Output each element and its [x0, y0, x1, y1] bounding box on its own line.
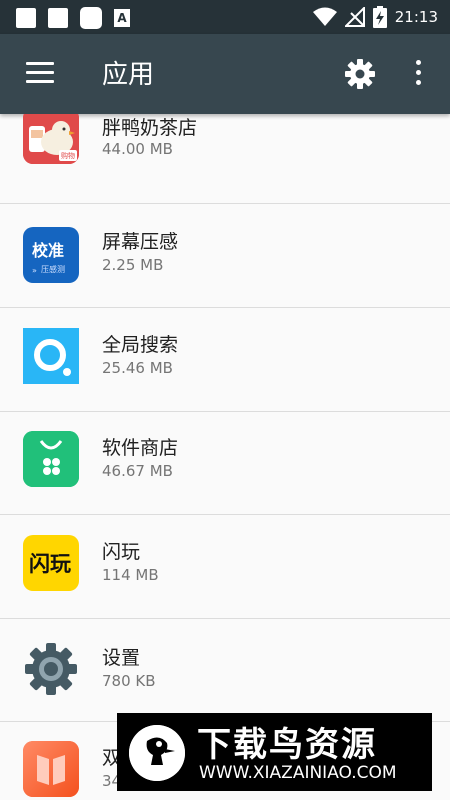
list-item-shanwan[interactable]: 闪玩 闪玩 114 MB	[0, 515, 450, 619]
list-item-global-search[interactable]: 全局搜索 25.46 MB	[0, 308, 450, 412]
app-size: 2.25 MB	[102, 256, 164, 274]
list-item-pangya-milk-tea[interactable]: 购物 胖鸭奶茶店 44.00 MB	[0, 114, 450, 204]
rounded-square-icon	[80, 7, 102, 29]
app-name: 设置	[102, 647, 141, 669]
app-size: 25.46 MB	[102, 359, 173, 377]
app-size: 780 KB	[102, 672, 156, 690]
shanwan-icon: 闪玩	[23, 535, 79, 591]
clock: 21:13	[394, 8, 438, 26]
app-name: 屏幕压感	[102, 231, 179, 253]
app-name: 闪玩	[102, 541, 141, 563]
duck-milk-tea-icon: 购物	[23, 114, 79, 164]
app-name: 软件商店	[102, 437, 179, 459]
list-item-software-store[interactable]: 软件商店 46.67 MB	[0, 411, 450, 515]
signal-off-icon	[344, 7, 365, 27]
app-icon-sublabel: 压感测	[41, 265, 65, 274]
calibrate-icon: 校准 压感测 »	[23, 227, 79, 283]
chevrons-icon: »	[32, 266, 37, 275]
software-store-icon	[23, 431, 79, 487]
watermark-url: WWW.XIAZAINIAO.COM	[199, 763, 397, 783]
app-icon-label: 校准	[32, 241, 65, 260]
book-icon	[23, 741, 79, 797]
hamburger-menu-icon[interactable]	[26, 62, 54, 84]
status-bar: A 21:13	[0, 0, 450, 34]
app-size: 44.00 MB	[102, 140, 173, 158]
app-list: 购物 胖鸭奶茶店 44.00 MB 校准 压感测 » 屏幕压感 2.25 MB …	[0, 114, 450, 800]
app-size: 46.67 MB	[102, 462, 173, 480]
app-name: 全局搜索	[102, 334, 179, 356]
system-icons: 21:13	[312, 6, 438, 28]
page-title: 应用	[102, 60, 155, 90]
watermark-banner: 下载鸟资源 WWW.XIAZAINIAO.COM	[117, 713, 432, 791]
list-item-screen-pressure[interactable]: 校准 压感测 » 屏幕压感 2.25 MB	[0, 204, 450, 308]
square-icon	[48, 8, 68, 28]
app-name: 胖鸭奶茶店	[102, 117, 198, 139]
wifi-icon	[312, 7, 337, 26]
settings-gear-icon	[23, 641, 79, 697]
notification-icons: A	[16, 7, 130, 29]
bird-logo-icon	[129, 725, 185, 781]
square-icon	[16, 8, 36, 28]
list-item-settings[interactable]: 设置 780 KB	[0, 618, 450, 722]
app-size: 114 MB	[102, 566, 159, 584]
app-icon-badge: 购物	[61, 152, 75, 160]
gear-icon[interactable]	[344, 58, 376, 90]
battery-charging-icon	[372, 6, 387, 28]
app-icon-label: 闪玩	[29, 552, 71, 576]
watermark-title: 下载鸟资源	[197, 725, 377, 765]
search-ring-icon	[23, 328, 79, 384]
app-toolbar: 应用	[0, 34, 450, 114]
a-icon: A	[114, 9, 130, 27]
more-vert-icon[interactable]	[410, 60, 426, 88]
